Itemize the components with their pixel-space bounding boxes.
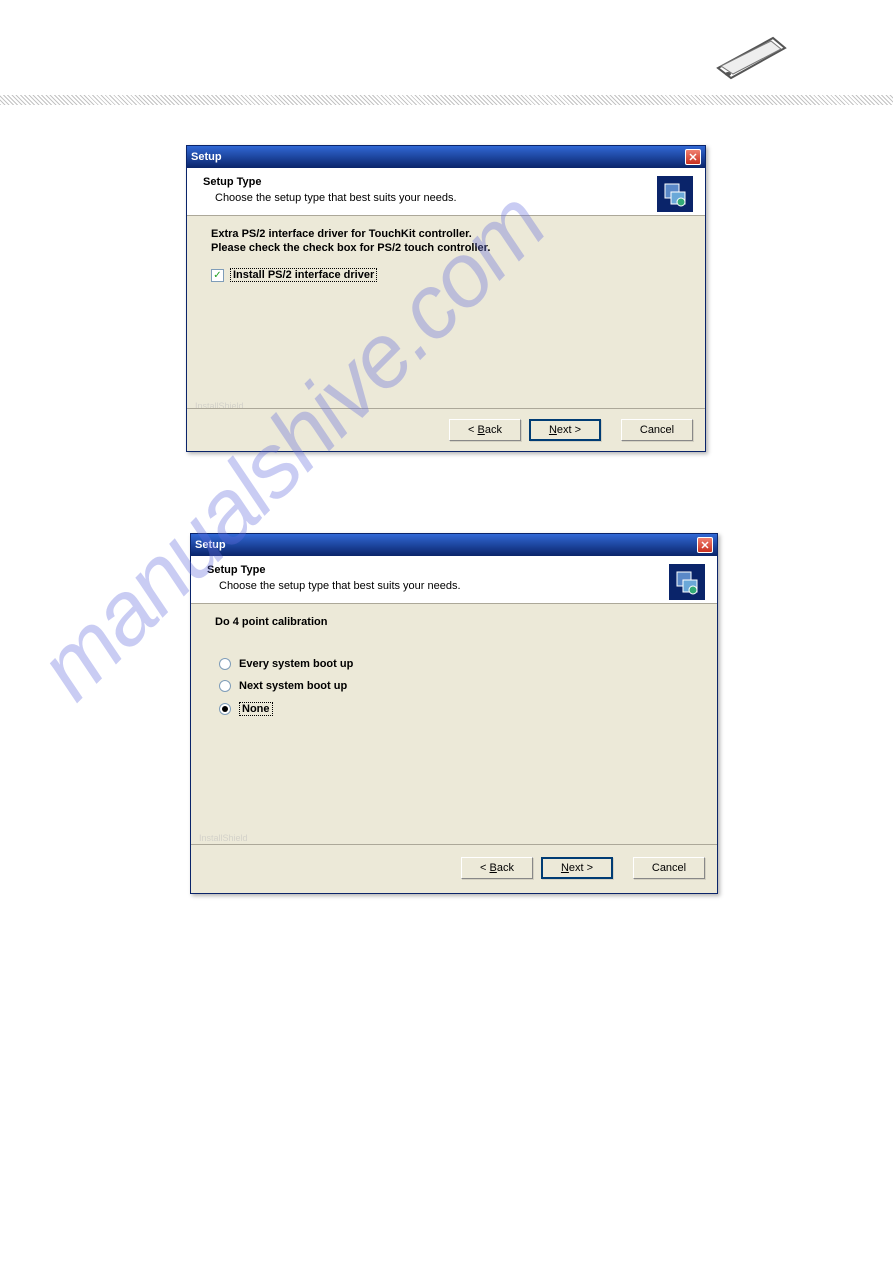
content-area: Extra PS/2 interface driver for TouchKit…: [187, 216, 705, 294]
header-panel: Setup Type Choose the setup type that be…: [191, 556, 717, 604]
back-button[interactable]: < Back: [449, 419, 521, 441]
page-header: [0, 0, 893, 95]
desc-line-1: Extra PS/2 interface driver for TouchKit…: [211, 228, 681, 240]
header-title: Setup Type: [207, 564, 701, 576]
radio-row-none[interactable]: None: [215, 702, 693, 716]
close-button[interactable]: [697, 537, 713, 553]
titlebar: Setup: [191, 534, 717, 556]
back-button[interactable]: < Back: [461, 857, 533, 879]
next-button[interactable]: Next >: [529, 419, 601, 441]
titlebar: Setup: [187, 146, 705, 168]
installshield-watermark: InstallShield: [199, 833, 248, 843]
checkbox-row[interactable]: ✓ Install PS/2 interface driver: [211, 268, 681, 282]
radio-every-boot[interactable]: [219, 658, 231, 670]
button-bar: < Back Next > Cancel: [449, 419, 693, 441]
titlebar-text: Setup: [191, 151, 685, 163]
header-panel: Setup Type Choose the setup type that be…: [187, 168, 705, 216]
tablet-device-icon: [703, 30, 793, 85]
cancel-button[interactable]: Cancel: [633, 857, 705, 879]
titlebar-text: Setup: [195, 539, 697, 551]
header-title: Setup Type: [203, 176, 689, 188]
installer-icon: [657, 176, 693, 212]
divider-pattern: [0, 95, 893, 105]
close-button[interactable]: [685, 149, 701, 165]
cancel-button[interactable]: Cancel: [621, 419, 693, 441]
header-subtitle: Choose the setup type that best suits yo…: [203, 192, 689, 204]
radio-row-every-boot[interactable]: Every system boot up: [215, 658, 693, 670]
setup-dialog-ps2: Setup Setup Type Choose the setup type t…: [186, 145, 706, 452]
ps2-checkbox-label: Install PS/2 interface driver: [230, 268, 377, 282]
tablet-svg: [703, 30, 793, 85]
radio-label-every-boot: Every system boot up: [239, 658, 353, 670]
installshield-watermark: InstallShield: [195, 401, 244, 411]
radio-label-next-boot: Next system boot up: [239, 680, 347, 692]
radio-row-next-boot[interactable]: Next system boot up: [215, 680, 693, 692]
content-area: Do 4 point calibration Every system boot…: [191, 604, 717, 738]
button-separator: [187, 408, 705, 409]
next-button[interactable]: Next >: [541, 857, 613, 879]
button-bar: < Back Next > Cancel: [461, 857, 705, 879]
installer-icon: [669, 564, 705, 600]
calibration-title: Do 4 point calibration: [215, 616, 693, 628]
header-subtitle: Choose the setup type that best suits yo…: [207, 580, 701, 592]
radio-none[interactable]: [219, 703, 231, 715]
desc-line-2: Please check the check box for PS/2 touc…: [211, 242, 681, 254]
button-separator: [191, 844, 717, 845]
radio-next-boot[interactable]: [219, 680, 231, 692]
setup-dialog-calibration: Setup Setup Type Choose the setup type t…: [190, 533, 718, 894]
radio-label-none: None: [239, 702, 273, 716]
ps2-checkbox[interactable]: ✓: [211, 269, 224, 282]
